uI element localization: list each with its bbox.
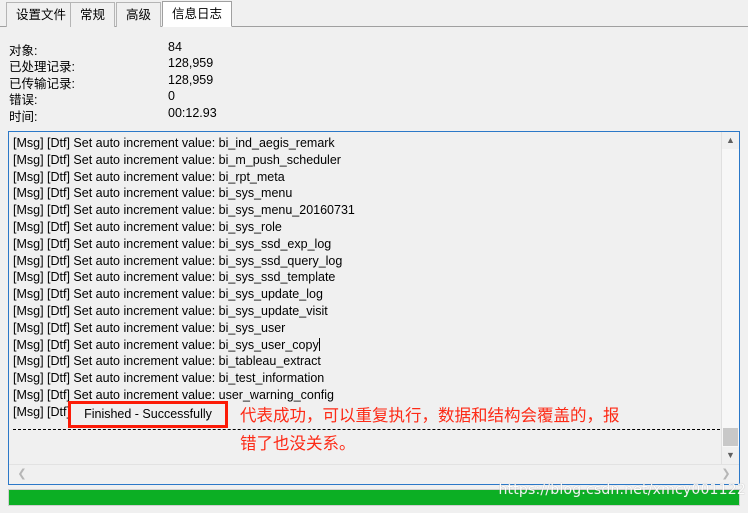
log-line: [Msg] [Dtf] Set auto increment value: bi… [13,371,325,386]
chevron-left-icon[interactable]: ❮ [13,465,31,483]
log-line: [Msg] [Dtf] Set auto increment value: bi… [13,337,320,352]
log-vertical-scroll-thumb[interactable] [723,428,738,446]
success-highlight-label: Finished - Successfully [84,407,212,421]
log-vertical-scroll-track[interactable] [722,149,739,447]
success-highlight-box: Finished - Successfully [68,401,228,428]
message-log-lines: [Msg] [Dtf] Set auto increment value: bi… [13,135,720,445]
progress-bar [8,489,740,506]
stat-row-errors: 错误: 0 [9,89,339,107]
stat-row-processed-records: 已处理记录: 128,959 [9,56,339,74]
stat-value-objects: 84 [168,40,182,54]
log-line: [Msg] [Dtf] Set auto increment value: bi… [13,303,328,318]
annotation-note-line-1: 代表成功，可以重复执行，数据和结构会覆盖的，报 [240,406,620,425]
tab-strip: 设置文件 常规 高级 信息日志 [0,0,748,27]
log-line: [Msg] [Dtf] Set auto increment value: bi… [13,169,285,184]
chevron-down-icon[interactable]: ▼ [722,447,739,464]
log-line: [Msg] [Dtf] Set auto increment value: bi… [13,320,286,335]
log-line: [Msg] [Dtf] Set auto increment value: bi… [13,203,355,218]
annotation-note: 代表成功，可以重复执行，数据和结构会覆盖的，报 错了也没关系。 [240,402,710,458]
text-caret [318,337,320,351]
stat-value-errors: 0 [168,89,175,104]
log-line: [Msg] [Dtf] Set auto increment value: bi… [13,287,323,302]
stat-value-time: 00:12.93 [168,105,217,120]
progress-bar-fill [9,490,739,505]
stat-label-time: 时间: [9,109,38,124]
log-line: [Msg] [Dtf] Set auto increment value: bi… [13,219,282,234]
stat-row-transferred-records: 已传输记录: 128,959 [9,72,339,91]
log-vertical-scrollbar[interactable]: ▲ ▼ [721,132,739,464]
stat-value-processed-records: 128,959 [168,56,214,71]
tab-settings-file[interactable]: 设置文件 [6,2,77,27]
log-line: [Msg] [Dtf] Set auto increment value: bi… [13,186,293,201]
tab-message-log[interactable]: 信息日志 [162,1,233,27]
log-line: [Msg] [Dtf] Set auto increment value: bi… [13,270,336,285]
log-line: [Msg] [Dtf] Set auto increment value: bi… [13,354,321,369]
annotation-note-line-2: 错了也没关系。 [240,434,356,453]
tab-general[interactable]: 常规 [70,2,116,27]
tab-advanced[interactable]: 高级 [116,2,162,27]
log-line: [Msg] [Dtf] Set auto increment value: bi… [13,253,343,268]
stat-row-objects: 对象: 84 [9,40,339,58]
statistics-panel: 对象: 84 已处理记录: 128,959 已传输记录: 128,959 错误:… [9,40,339,124]
log-horizontal-scrollbar[interactable]: ❮ ❯ [9,464,739,484]
chevron-right-icon[interactable]: ❯ [717,465,735,483]
log-line: [Msg] [Dtf] Set auto increment value: bi… [13,152,341,167]
stat-value-transferred-records: 128,959 [168,72,214,87]
stat-row-time: 时间: 00:12.93 [9,105,339,124]
log-line: [Msg] [Dtf] Set auto increment value: bi… [13,236,332,251]
chevron-up-icon[interactable]: ▲ [722,132,739,149]
log-line: [Msg] [Dtf] Set auto increment value: bi… [13,136,335,150]
